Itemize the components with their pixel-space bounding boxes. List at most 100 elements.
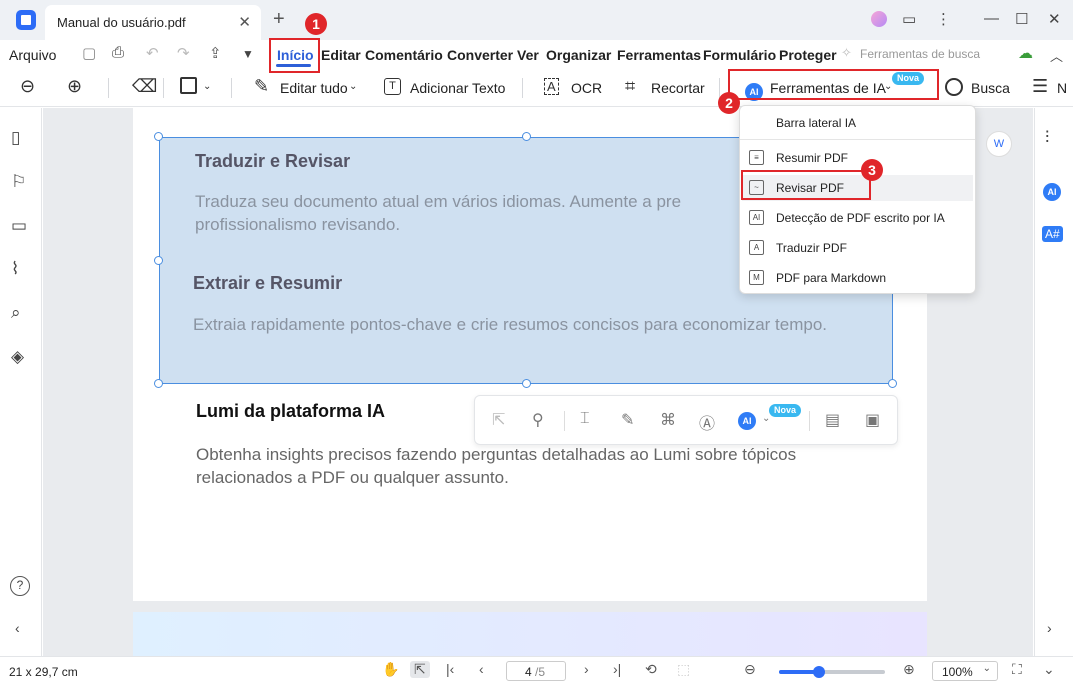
- ocr-scan-icon[interactable]: ⌘: [660, 410, 676, 430]
- search-tools-hint[interactable]: Ferramentas de busca: [860, 47, 980, 61]
- new-tab-icon[interactable]: +: [273, 8, 285, 31]
- attachment-icon[interactable]: ⌇: [11, 259, 19, 279]
- recortar-button[interactable]: Recortar: [651, 80, 705, 96]
- add-text-icon[interactable]: T: [384, 78, 401, 95]
- page-thumbnail-icon[interactable]: ▯: [11, 128, 20, 148]
- zoom-slider[interactable]: [779, 666, 885, 678]
- image-icon[interactable]: ▣: [865, 410, 880, 430]
- editar-tudo-button[interactable]: Editar tudo: [280, 80, 348, 96]
- comment-icon[interactable]: ▭: [11, 216, 27, 236]
- quick-access-dropdown-icon[interactable]: ▼: [242, 47, 254, 61]
- menu-editar[interactable]: Editar: [321, 47, 361, 63]
- close-tab-icon[interactable]: ✕: [238, 13, 251, 31]
- resize-handle[interactable]: [522, 379, 531, 388]
- markdown-icon: M: [749, 270, 764, 285]
- document-tab[interactable]: Manual do usuário.pdf ✕: [45, 5, 261, 40]
- prev-page-icon[interactable]: ‹: [479, 661, 484, 677]
- save-icon[interactable]: ▢: [82, 44, 96, 62]
- highlighter-icon[interactable]: ⌫: [132, 76, 157, 97]
- word-convert-icon[interactable]: W: [986, 131, 1012, 157]
- zoom-select[interactable]: 100% ⌄: [932, 661, 998, 681]
- rotate-icon[interactable]: ⟲: [645, 661, 657, 678]
- chevron-down-icon[interactable]: ⌄: [203, 81, 211, 92]
- annotation-badge: 2: [718, 92, 740, 114]
- first-page-icon[interactable]: |‹: [446, 661, 454, 677]
- collapse-left-icon[interactable]: ‹: [15, 620, 20, 636]
- collapse-ribbon-icon[interactable]: ︿: [1050, 46, 1063, 65]
- minimize-icon[interactable]: —: [984, 10, 999, 27]
- fullscreen-icon[interactable]: ⛶: [1012, 661, 1022, 678]
- help-icon[interactable]: ?: [10, 576, 30, 596]
- notes-icon[interactable]: ▤: [825, 410, 840, 430]
- zoom-out-icon[interactable]: ⊖: [20, 76, 35, 97]
- undo-icon[interactable]: ↶: [146, 44, 159, 62]
- dropdown-item-deteccao[interactable]: Detecção de PDF escrito por IA: [776, 211, 945, 225]
- bookmark-icon[interactable]: ⚐: [11, 172, 26, 192]
- more-tools-icon[interactable]: ☰: [1032, 76, 1048, 97]
- resize-handle[interactable]: [888, 379, 897, 388]
- zoom-in-icon[interactable]: ⊕: [67, 76, 82, 97]
- busca-button[interactable]: Busca: [971, 80, 1010, 96]
- adicionar-texto-button[interactable]: Adicionar Texto: [410, 80, 505, 96]
- menu-organizar[interactable]: Organizar: [546, 47, 611, 63]
- crop-icon[interactable]: ⌗: [625, 76, 635, 97]
- tab-title: Manual do usuário.pdf: [57, 15, 186, 30]
- page-number-field[interactable]: 4 /5: [506, 661, 566, 681]
- dropdown-item-traduzir[interactable]: Traduzir PDF: [776, 241, 847, 255]
- floating-edit-toolbar: ⇱ ⚲ ⌶ ✎ ⌘ Ⓐ AI ⌄ Nova ▤ ▣: [474, 395, 898, 445]
- status-zoom-in-icon[interactable]: ⊕: [903, 661, 915, 678]
- layers-icon[interactable]: ◈: [11, 347, 24, 367]
- chevron-down-icon[interactable]: ⌄: [349, 81, 357, 92]
- properties-icon[interactable]: ⫶: [1045, 128, 1049, 148]
- edit-icon[interactable]: ✎: [621, 410, 634, 430]
- share-icon[interactable]: ⇪: [209, 44, 222, 62]
- cloud-sync-icon[interactable]: ☁: [1018, 44, 1033, 62]
- ocr-icon[interactable]: A: [544, 78, 559, 95]
- search-panel-icon[interactable]: ⌕: [11, 303, 21, 323]
- resize-handle[interactable]: [154, 256, 163, 265]
- status-more-icon[interactable]: ⌄: [1043, 661, 1055, 678]
- menu-arquivo[interactable]: Arquivo: [9, 47, 56, 63]
- print-icon[interactable]: ⎙: [112, 44, 124, 61]
- shape-icon[interactable]: [180, 77, 197, 94]
- dropdown-item-barra-lateral[interactable]: Barra lateral IA: [776, 116, 856, 130]
- more-tools-label[interactable]: N: [1057, 80, 1067, 96]
- chevron-down-icon[interactable]: ⌄: [762, 413, 770, 424]
- hand-tool-icon[interactable]: ✋: [382, 661, 399, 678]
- section-title: Lumi da plataforma IA: [196, 401, 386, 421]
- menu-comentario[interactable]: Comentário: [365, 47, 443, 63]
- select-tool-icon[interactable]: ⇱: [410, 661, 430, 678]
- avatar[interactable]: [871, 11, 887, 27]
- status-zoom-out-icon[interactable]: ⊖: [744, 661, 756, 678]
- menu-converter[interactable]: Converter: [447, 47, 513, 63]
- edit-pen-icon[interactable]: ✎: [254, 76, 269, 97]
- fit-page-icon[interactable]: ⬚: [677, 661, 690, 678]
- translate-icon[interactable]: A#: [1042, 226, 1063, 242]
- menu-formulario[interactable]: Formulário: [703, 47, 776, 63]
- close-window-icon[interactable]: ✕: [1048, 10, 1061, 28]
- maximize-icon[interactable]: ☐: [1015, 10, 1028, 28]
- nova-badge: Nova: [769, 404, 802, 417]
- more-options-icon[interactable]: ⋮: [936, 10, 951, 28]
- float-ai-icon[interactable]: AI: [738, 411, 756, 430]
- pin-icon[interactable]: ⚲: [532, 410, 544, 430]
- last-page-icon[interactable]: ›|: [613, 661, 621, 677]
- dropdown-item-resumir[interactable]: Resumir PDF: [776, 151, 848, 165]
- resize-handle[interactable]: [522, 132, 531, 141]
- resize-handle[interactable]: [154, 379, 163, 388]
- text-box-icon[interactable]: ⌶: [580, 410, 590, 428]
- resize-handle[interactable]: [154, 132, 163, 141]
- next-page-icon[interactable]: ›: [584, 661, 589, 677]
- ocr-button[interactable]: OCR: [571, 80, 602, 96]
- feedback-icon[interactable]: ▭: [902, 10, 916, 28]
- menu-proteger[interactable]: Proteger: [779, 47, 837, 63]
- collapse-right-icon[interactable]: ›: [1047, 620, 1052, 636]
- right-ai-icon[interactable]: AI: [1043, 180, 1061, 201]
- select-arrow-icon[interactable]: ⇱: [492, 410, 505, 430]
- menu-ver[interactable]: Ver: [517, 47, 539, 63]
- redo-icon[interactable]: ↷: [177, 44, 190, 62]
- search-icon[interactable]: [945, 78, 963, 96]
- dropdown-item-markdown[interactable]: PDF para Markdown: [776, 271, 886, 285]
- menu-ferramentas[interactable]: Ferramentas: [617, 47, 701, 63]
- font-icon[interactable]: Ⓐ: [699, 410, 715, 434]
